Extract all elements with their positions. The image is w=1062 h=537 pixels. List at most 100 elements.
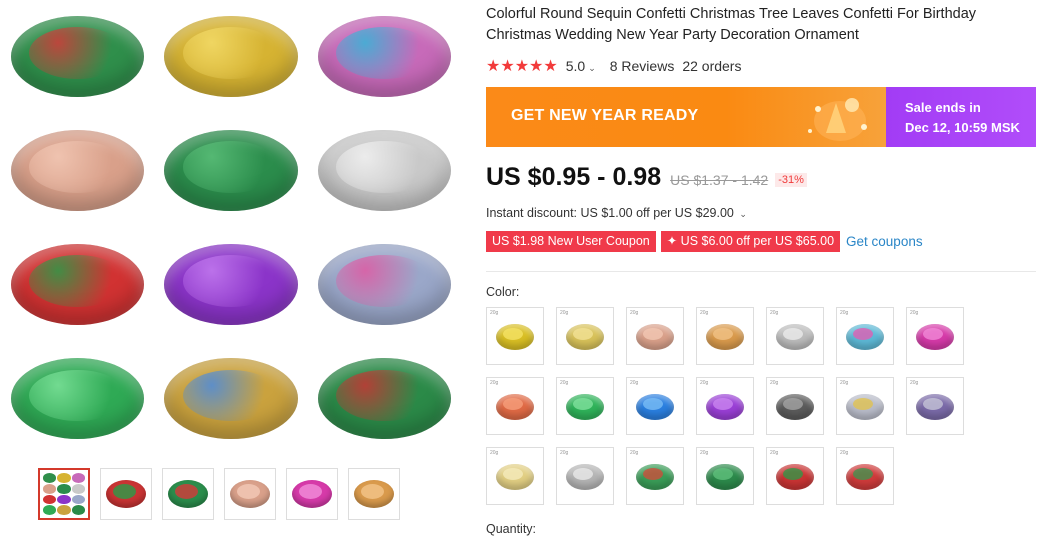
- thumb-mini-grid: [43, 473, 85, 515]
- color-variant-grid: 20g 20g 20g 20g 20g 20g 20g 20g 20g 20g 20g 20g 20g 2…: [486, 307, 986, 505]
- gallery-tile-red-green-tree-leaves: [2, 229, 153, 341]
- variant-swatch-highlight: [923, 398, 943, 410]
- thumbnail-strip: [38, 468, 400, 522]
- variant-swatch-highlight: [923, 328, 943, 340]
- gallery-tile-purple-round: [155, 229, 306, 341]
- thumb-swatch-highlight: [361, 484, 384, 499]
- variant-weight-tag: 20g: [840, 310, 849, 316]
- gallery-tile-silver-round: [309, 114, 460, 226]
- current-price: US $0.95 - 0.98: [486, 163, 662, 191]
- thumb-copper[interactable]: [348, 468, 400, 520]
- chevron-down-icon: ⌄: [736, 209, 747, 219]
- color-option-orange-red[interactable]: 20g: [486, 377, 544, 435]
- thumb-swatch-highlight: [299, 484, 322, 499]
- thumb-rose-gold[interactable]: [224, 468, 276, 520]
- color-option-rose-gold[interactable]: 20g: [626, 307, 684, 365]
- color-option-green[interactable]: 20g: [556, 377, 614, 435]
- reviews-link[interactable]: 8 Reviews: [610, 58, 675, 74]
- thumb-red-green[interactable]: [100, 468, 152, 520]
- variant-swatch-highlight: [713, 398, 733, 410]
- new-user-coupon[interactable]: US $1.98 New User Coupon: [486, 231, 656, 252]
- instant-discount[interactable]: Instant discount: US $1.00 off per US $2…: [486, 206, 747, 220]
- variant-swatch-highlight: [503, 468, 523, 480]
- orders-count: 22 orders: [682, 58, 742, 74]
- variant-weight-tag: 20g: [840, 450, 849, 456]
- color-option-blue[interactable]: 20g: [626, 377, 684, 435]
- main-product-image[interactable]: [2, 0, 460, 455]
- promo-headline: GET NEW YEAR READY: [511, 107, 699, 124]
- gallery-tile-rose-gold-round: [2, 114, 153, 226]
- thumb-mini-swatch: [43, 473, 57, 483]
- color-option-red-green-leaves[interactable]: 20g: [766, 447, 824, 505]
- price-row: US $0.95 - 0.98 US $1.37 - 1.42 -31%: [486, 163, 807, 192]
- color-option-gold-light[interactable]: 20g: [556, 307, 614, 365]
- color-option-laser-purple[interactable]: 20g: [906, 377, 964, 435]
- thumb-mini-swatch: [57, 473, 71, 483]
- color-option-black-silver[interactable]: 20g: [766, 377, 824, 435]
- quantity-label: Quantity:: [486, 522, 537, 536]
- star-rating-icons: ★★★★★: [486, 58, 558, 75]
- rating-value[interactable]: 5.0 ⌄: [566, 58, 596, 74]
- variant-swatch-highlight: [853, 468, 873, 480]
- variant-swatch-highlight: [643, 328, 663, 340]
- product-gallery: [0, 0, 465, 537]
- gallery-tile-green-red-tree-leaves: [2, 0, 153, 112]
- variant-swatch-highlight: [783, 328, 803, 340]
- variant-weight-tag: 20g: [490, 380, 499, 386]
- color-option-champagne[interactable]: 20g: [486, 447, 544, 505]
- color-option-multicolor[interactable]: 20g: [836, 307, 894, 365]
- original-price: US $1.37 - 1.42: [670, 172, 769, 188]
- color-option-pink[interactable]: 20g: [906, 307, 964, 365]
- thumb-mini-swatch: [57, 483, 71, 494]
- promo-banner[interactable]: GET NEW YEAR READY Sale ends in Dec 12, …: [486, 87, 1036, 147]
- variant-weight-tag: 20g: [630, 380, 639, 386]
- thumb-pink[interactable]: [286, 468, 338, 520]
- thumb-swatch-highlight: [175, 484, 198, 499]
- thumb-mini-swatch: [71, 473, 85, 483]
- discount-badge: -31%: [775, 173, 807, 187]
- color-option-dark-green-leaves[interactable]: 20g: [696, 447, 754, 505]
- variant-weight-tag: 20g: [770, 380, 779, 386]
- gallery-tile-green-round: [2, 343, 153, 455]
- color-option-silver[interactable]: 20g: [766, 307, 824, 365]
- thumb-green[interactable]: [162, 468, 214, 520]
- section-divider: [486, 271, 1036, 272]
- variant-swatch-highlight: [783, 398, 803, 410]
- variant-weight-tag: 20g: [700, 450, 709, 456]
- get-coupons-link[interactable]: Get coupons: [846, 234, 923, 249]
- color-option-green-red-mix[interactable]: 20g: [836, 447, 894, 505]
- variant-weight-tag: 20g: [770, 450, 779, 456]
- gallery-tile-green-red-leaves-mix: [309, 343, 460, 455]
- variant-swatch-highlight: [573, 468, 593, 480]
- variant-swatch-highlight: [643, 398, 663, 410]
- sale-ends-date: Dec 12, 10:59 MSK: [905, 120, 1020, 135]
- color-option-copper[interactable]: 20g: [696, 307, 754, 365]
- product-info: Colorful Round Sequin Confetti Christmas…: [486, 0, 1046, 536]
- color-option-purple[interactable]: 20g: [696, 377, 754, 435]
- color-option-green-leaves[interactable]: 20g: [626, 447, 684, 505]
- variant-weight-tag: 20g: [770, 310, 779, 316]
- color-option-gold-bright[interactable]: 20g: [486, 307, 544, 365]
- variant-swatch-highlight: [573, 398, 593, 410]
- thumb-mini-swatch: [43, 494, 57, 505]
- store-coupon[interactable]: ✦ US $6.00 off per US $65.00: [660, 231, 841, 252]
- color-option-silver-stars[interactable]: 20g: [556, 447, 614, 505]
- product-title: Colorful Round Sequin Confetti Christmas…: [486, 6, 977, 43]
- variant-swatch-highlight: [853, 398, 873, 410]
- variant-weight-tag: 20g: [840, 380, 849, 386]
- variant-weight-tag: 20g: [630, 310, 639, 316]
- coupons-row: US $1.98 New User Coupon ✦ US $6.00 off …: [486, 231, 923, 252]
- variant-weight-tag: 20g: [700, 380, 709, 386]
- sale-countdown: Sale ends in Dec 12, 10:59 MSK: [886, 87, 1036, 147]
- rating-number: 5.0: [565, 58, 586, 74]
- variant-swatch-highlight: [853, 328, 873, 340]
- thumb-all-colors[interactable]: [38, 468, 90, 520]
- thumb-mini-swatch: [71, 505, 85, 515]
- instant-discount-text: Instant discount: US $1.00 off per US $2…: [486, 206, 734, 220]
- gallery-tile-gold-round: [155, 0, 306, 112]
- variant-weight-tag: 20g: [560, 310, 569, 316]
- thumb-swatch-highlight: [237, 484, 260, 499]
- sale-ends-label: Sale ends in: [905, 100, 981, 115]
- color-option-holographic[interactable]: 20g: [836, 377, 894, 435]
- variant-weight-tag: 20g: [630, 450, 639, 456]
